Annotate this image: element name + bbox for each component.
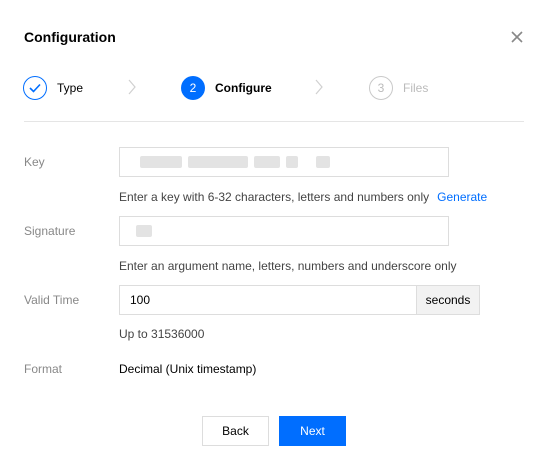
step-completed-circle	[23, 76, 47, 100]
back-button[interactable]: Back	[202, 416, 269, 446]
step-type: Type	[23, 74, 83, 102]
chevron-right-icon	[315, 79, 323, 95]
signature-input[interactable]	[119, 216, 449, 246]
key-hint-text: Enter a key with 6-32 characters, letter…	[119, 190, 430, 204]
format-value: Decimal (Unix timestamp)	[119, 362, 257, 376]
redacted-text	[140, 156, 182, 168]
step-label-files: Files	[403, 81, 429, 95]
step-number-2: 2	[181, 76, 205, 100]
step-configure: 2 Configure	[181, 74, 272, 102]
valid-time-hint: Up to 31536000	[119, 327, 205, 341]
chevron-right-icon	[128, 79, 136, 95]
valid-time-label: Valid Time	[24, 293, 80, 307]
generate-link[interactable]: Generate	[437, 190, 487, 204]
step-files: 3 Files	[369, 74, 428, 102]
redacted-text	[188, 156, 248, 168]
key-hint: Enter a key with 6-32 characters, letter…	[119, 190, 487, 204]
key-input[interactable]	[119, 147, 449, 177]
close-icon[interactable]	[509, 29, 525, 45]
check-icon	[29, 83, 41, 93]
next-button[interactable]: Next	[279, 416, 346, 446]
format-label: Format	[24, 362, 63, 376]
valid-time-unit: seconds	[416, 285, 480, 315]
redacted-text	[136, 225, 152, 237]
signature-hint: Enter an argument name, letters, numbers…	[119, 259, 457, 273]
redacted-text	[254, 156, 280, 168]
redacted-text	[316, 156, 330, 168]
redacted-text	[286, 156, 298, 168]
dialog-title: Configuration	[24, 29, 116, 45]
step-label-type: Type	[57, 81, 84, 95]
step-number-3: 3	[369, 76, 393, 100]
step-label-configure: Configure	[215, 81, 272, 95]
key-label: Key	[24, 155, 45, 169]
signature-label: Signature	[24, 224, 76, 238]
divider	[24, 121, 524, 122]
configuration-dialog: Configuration Type 2 Configure 3 Files K…	[0, 0, 545, 467]
valid-time-input[interactable]: 100	[119, 285, 417, 315]
